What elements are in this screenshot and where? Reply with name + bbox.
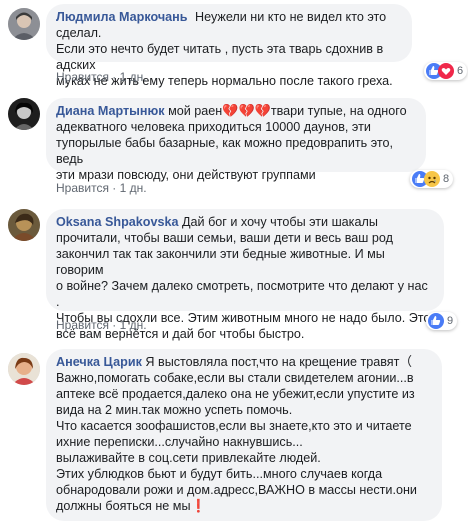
comment-actions: Нравится · 1 дн. <box>56 181 147 195</box>
reaction-count: 6 <box>457 65 464 77</box>
timestamp[interactable]: · 1 дн. <box>112 181 146 195</box>
comment-line: должны бояться не мы❗ <box>56 499 207 513</box>
comment-line: Если это нечто будет читать , пусть эта … <box>56 42 384 72</box>
comment-line: Что касается зоофашистов,если вы знаете,… <box>56 419 412 433</box>
comment-line: ихние переписки...случайно накнувшись... <box>56 435 303 449</box>
comment-line: твари тупые, на одного <box>270 104 407 118</box>
comment-bubble: Людмила Маркочань Неужели ни кто не виде… <box>46 4 412 88</box>
comment-line: Я выстовляла пост,что на крещение травят… <box>141 355 412 369</box>
avatar[interactable] <box>8 98 40 130</box>
like-link[interactable]: Нравится <box>56 70 109 84</box>
broken-heart-icon: 💔💔💔 <box>222 103 271 118</box>
comment-line: эти мрази повсюду, они действуют группам… <box>56 168 316 182</box>
comment-actions: Нравится · 1 дн. <box>56 318 147 332</box>
comment-line: мой раен <box>164 104 223 118</box>
comment-line: прочитали, чтобы ваши семьи, ваши дети и… <box>56 231 393 245</box>
like-link[interactable]: Нравится <box>56 181 109 195</box>
reaction-count: 9 <box>447 315 454 327</box>
comment-line: Важно,помогать собаке,если вы стали свид… <box>56 371 414 385</box>
timestamp[interactable]: · 1 дн. <box>112 318 146 332</box>
like-link[interactable]: Нравится <box>56 318 109 332</box>
comment-bubble: Анечка Царик Я выстовляла пост,что на кр… <box>46 349 442 521</box>
comment-line: закончил так так закончили эти бедные жи… <box>56 247 385 277</box>
avatar[interactable] <box>8 209 40 241</box>
heart-icon <box>438 63 454 79</box>
like-icon <box>428 313 444 329</box>
comment-line: вылаживайте в соц.сети привлекайте людей… <box>56 451 321 465</box>
comment-bubble: Диана Мартынюк мой раен💔💔💔твари тупые, н… <box>46 98 426 182</box>
comment-line: о войне? Зачем далеко смотреть, посмотри… <box>56 279 428 309</box>
reaction-summary[interactable]: 6 <box>424 62 468 80</box>
comment-actions: Нравится · 1 дн. <box>56 70 147 84</box>
comment-line: адекватного человека приходиться 10000 д… <box>56 120 371 134</box>
reaction-count: 8 <box>443 173 450 185</box>
avatar[interactable] <box>8 353 40 385</box>
reaction-summary[interactable]: 9 <box>426 312 458 330</box>
comment-text: Анечка Царик Я выстовляла пост,что на кр… <box>56 354 432 514</box>
comment-line: аптеке всё продается,далеко она не убежи… <box>56 387 415 401</box>
reaction-summary[interactable]: 8 <box>410 170 454 188</box>
comment-line: тупорылые бабы базарные, как можно предо… <box>56 136 394 166</box>
author-name[interactable]: Людмила Маркочань <box>56 10 188 24</box>
sad-icon <box>424 171 440 187</box>
comment-line: вида на 2 мин.так можно успеть помочь. <box>56 403 293 417</box>
author-name[interactable]: Oksana Shpakovska <box>56 215 179 229</box>
author-name[interactable]: Диана Мартынюк <box>56 104 165 118</box>
author-name[interactable]: Анечка Царик <box>56 355 142 369</box>
timestamp[interactable]: · 1 дн. <box>112 70 146 84</box>
comment-line: Дай бог и хочу чтобы эти шакалы <box>178 215 378 229</box>
comment-bubble: Oksana Shpakovska Дай бог и хочу чтобы э… <box>46 209 444 341</box>
comment-line: обнародовали рожи и дом.адресс,ВАЖНО в м… <box>56 483 417 497</box>
avatar[interactable] <box>8 8 40 40</box>
comment-line: Этих ублюдков бьют и будут бить...много … <box>56 467 383 481</box>
comment-text: Диана Мартынюк мой раен💔💔💔твари тупые, н… <box>56 103 416 183</box>
